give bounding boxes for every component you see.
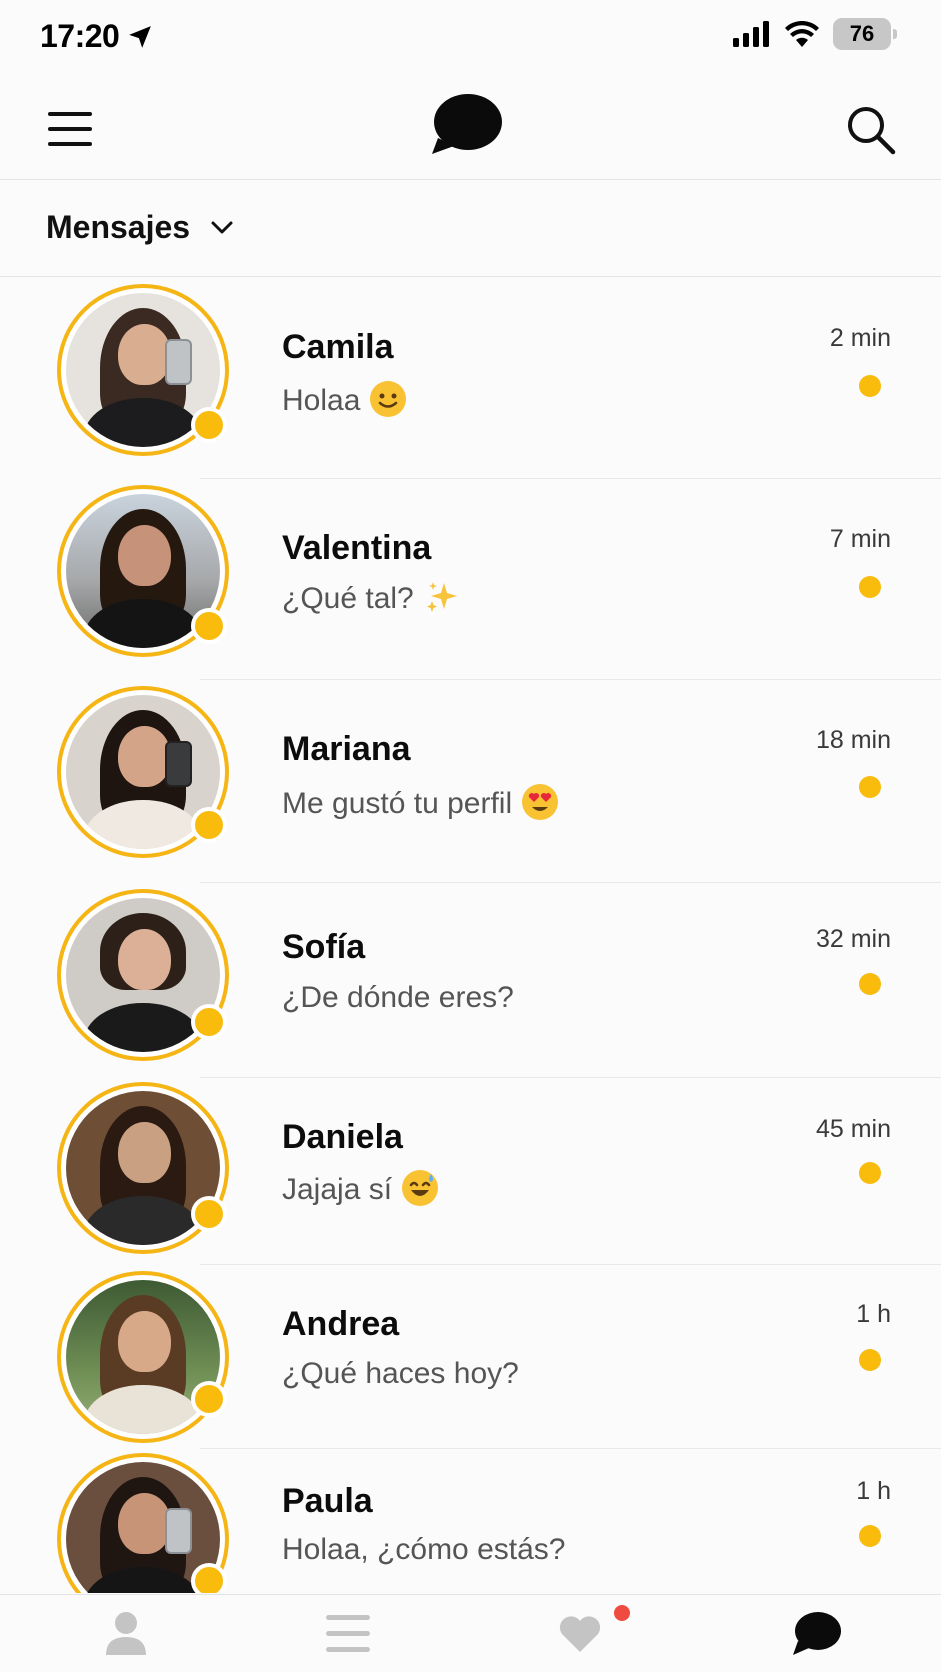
- chevron-down-icon: [211, 221, 233, 233]
- unread-indicator: [859, 1525, 881, 1547]
- cellular-signal-icon: [733, 21, 769, 47]
- conversation-time: 1 h: [856, 1300, 891, 1328]
- tab-feed[interactable]: [318, 1609, 378, 1659]
- conversation-name: Andrea: [282, 1305, 400, 1343]
- conversation-time: 1 h: [856, 1477, 891, 1505]
- smiling-face-emoji-icon: [370, 381, 407, 417]
- conversation-time: 18 min: [815, 726, 891, 754]
- hamburger-line: [48, 127, 92, 131]
- unread-indicator: [859, 1162, 881, 1184]
- conversation-preview: Holaa: [282, 381, 407, 418]
- preview-text: ¿De dónde eres?: [282, 981, 514, 1014]
- online-indicator: [191, 1381, 227, 1417]
- tab-profile[interactable]: [96, 1609, 156, 1659]
- conversation-name: Valentina: [282, 529, 432, 567]
- conversation-time: 32 min: [815, 925, 891, 953]
- conversation-row[interactable]: Paula Holaa, ¿cómo estás? 1 h: [0, 1449, 941, 1593]
- conversation-name: Camila: [282, 328, 394, 366]
- chat-bubble-logo-icon: [432, 94, 502, 154]
- online-indicator: [191, 807, 227, 843]
- tab-chats[interactable]: [786, 1609, 846, 1659]
- conversation-row[interactable]: Daniela Jajaja sí 45 min: [0, 1078, 941, 1265]
- conversation-row[interactable]: Valentina ¿Qué tal? 7 min: [0, 479, 941, 680]
- bottom-tab-bar: [0, 1594, 941, 1672]
- conversation-time: 7 min: [829, 525, 891, 553]
- profile-icon: [106, 1612, 146, 1655]
- unread-indicator: [859, 375, 881, 397]
- unread-indicator: [859, 576, 881, 598]
- conversation-name: Daniela: [282, 1118, 403, 1156]
- status-indicators: 76: [733, 18, 897, 50]
- preview-text: ¿Qué tal?: [282, 582, 414, 615]
- status-time: 17:20: [40, 18, 153, 55]
- tab-likes[interactable]: [550, 1609, 610, 1659]
- conversation-preview: ¿De dónde eres?: [282, 981, 514, 1015]
- notification-badge: [614, 1605, 630, 1621]
- menu-button[interactable]: [46, 108, 94, 150]
- online-indicator: [191, 407, 227, 443]
- conversation-row[interactable]: Sofía ¿De dónde eres? 32 min: [0, 883, 941, 1078]
- conversation-row[interactable]: Mariana Me gustó tu perfil 18 min: [0, 680, 941, 883]
- status-bar: 17:20 76: [0, 0, 941, 80]
- conversation-row[interactable]: Andrea ¿Qué haces hoy? 1 h: [0, 1265, 941, 1449]
- battery-level: 76: [849, 21, 875, 46]
- top-nav: [0, 80, 941, 180]
- conversation-row[interactable]: Camila Holaa 2 min: [0, 278, 941, 479]
- preview-text: Holaa: [282, 384, 361, 417]
- unread-indicator: [859, 973, 881, 995]
- wifi-icon: [785, 21, 819, 47]
- preview-text: Holaa, ¿cómo estás?: [282, 1533, 566, 1566]
- conversation-preview: ¿Qué tal?: [282, 579, 460, 616]
- sparkles-emoji-icon: [426, 582, 457, 612]
- conversation-name: Paula: [282, 1482, 373, 1520]
- avatar: [57, 1271, 229, 1443]
- list-icon: [326, 1615, 370, 1652]
- preview-text: Me gustó tu perfil: [282, 787, 513, 820]
- conversation-preview: Jajaja sí: [282, 1170, 439, 1207]
- chat-icon: [793, 1612, 841, 1655]
- messages-filter-dropdown[interactable]: Mensajes: [46, 209, 234, 246]
- conversation-preview: Holaa, ¿cómo estás?: [282, 1533, 565, 1567]
- unread-indicator: [859, 776, 881, 798]
- clock: 17:20: [40, 18, 120, 54]
- unread-indicator: [859, 1349, 881, 1371]
- heart-icon: [559, 1616, 601, 1652]
- conversation-time: 45 min: [815, 1115, 891, 1143]
- location-arrow-icon: [129, 25, 152, 48]
- conversation-preview: Me gustó tu perfil: [282, 784, 559, 821]
- preview-text: ¿Qué haces hoy?: [282, 1357, 519, 1390]
- conversation-time: 2 min: [829, 324, 891, 352]
- online-indicator: [191, 1196, 227, 1232]
- hamburger-line: [48, 112, 92, 116]
- online-indicator: [191, 608, 227, 644]
- filter-bar: Mensajes: [0, 181, 941, 277]
- heart-eyes-emoji-icon: [522, 784, 559, 820]
- conversation-name: Mariana: [282, 730, 411, 768]
- online-indicator: [191, 1004, 227, 1040]
- sweat-smile-emoji-icon: [402, 1170, 439, 1206]
- conversation-list: Camila Holaa 2 min Valentina ¿Qué tal? 7…: [0, 278, 941, 1593]
- conversation-name: Sofía: [282, 928, 366, 966]
- preview-text: Jajaja sí: [282, 1173, 393, 1206]
- conversation-preview: ¿Qué haces hoy?: [282, 1357, 519, 1391]
- battery-indicator: 76: [833, 18, 897, 50]
- filter-label: Mensajes: [46, 209, 191, 245]
- online-indicator: [191, 1563, 227, 1593]
- hamburger-line: [48, 142, 92, 146]
- search-icon[interactable]: [845, 104, 897, 156]
